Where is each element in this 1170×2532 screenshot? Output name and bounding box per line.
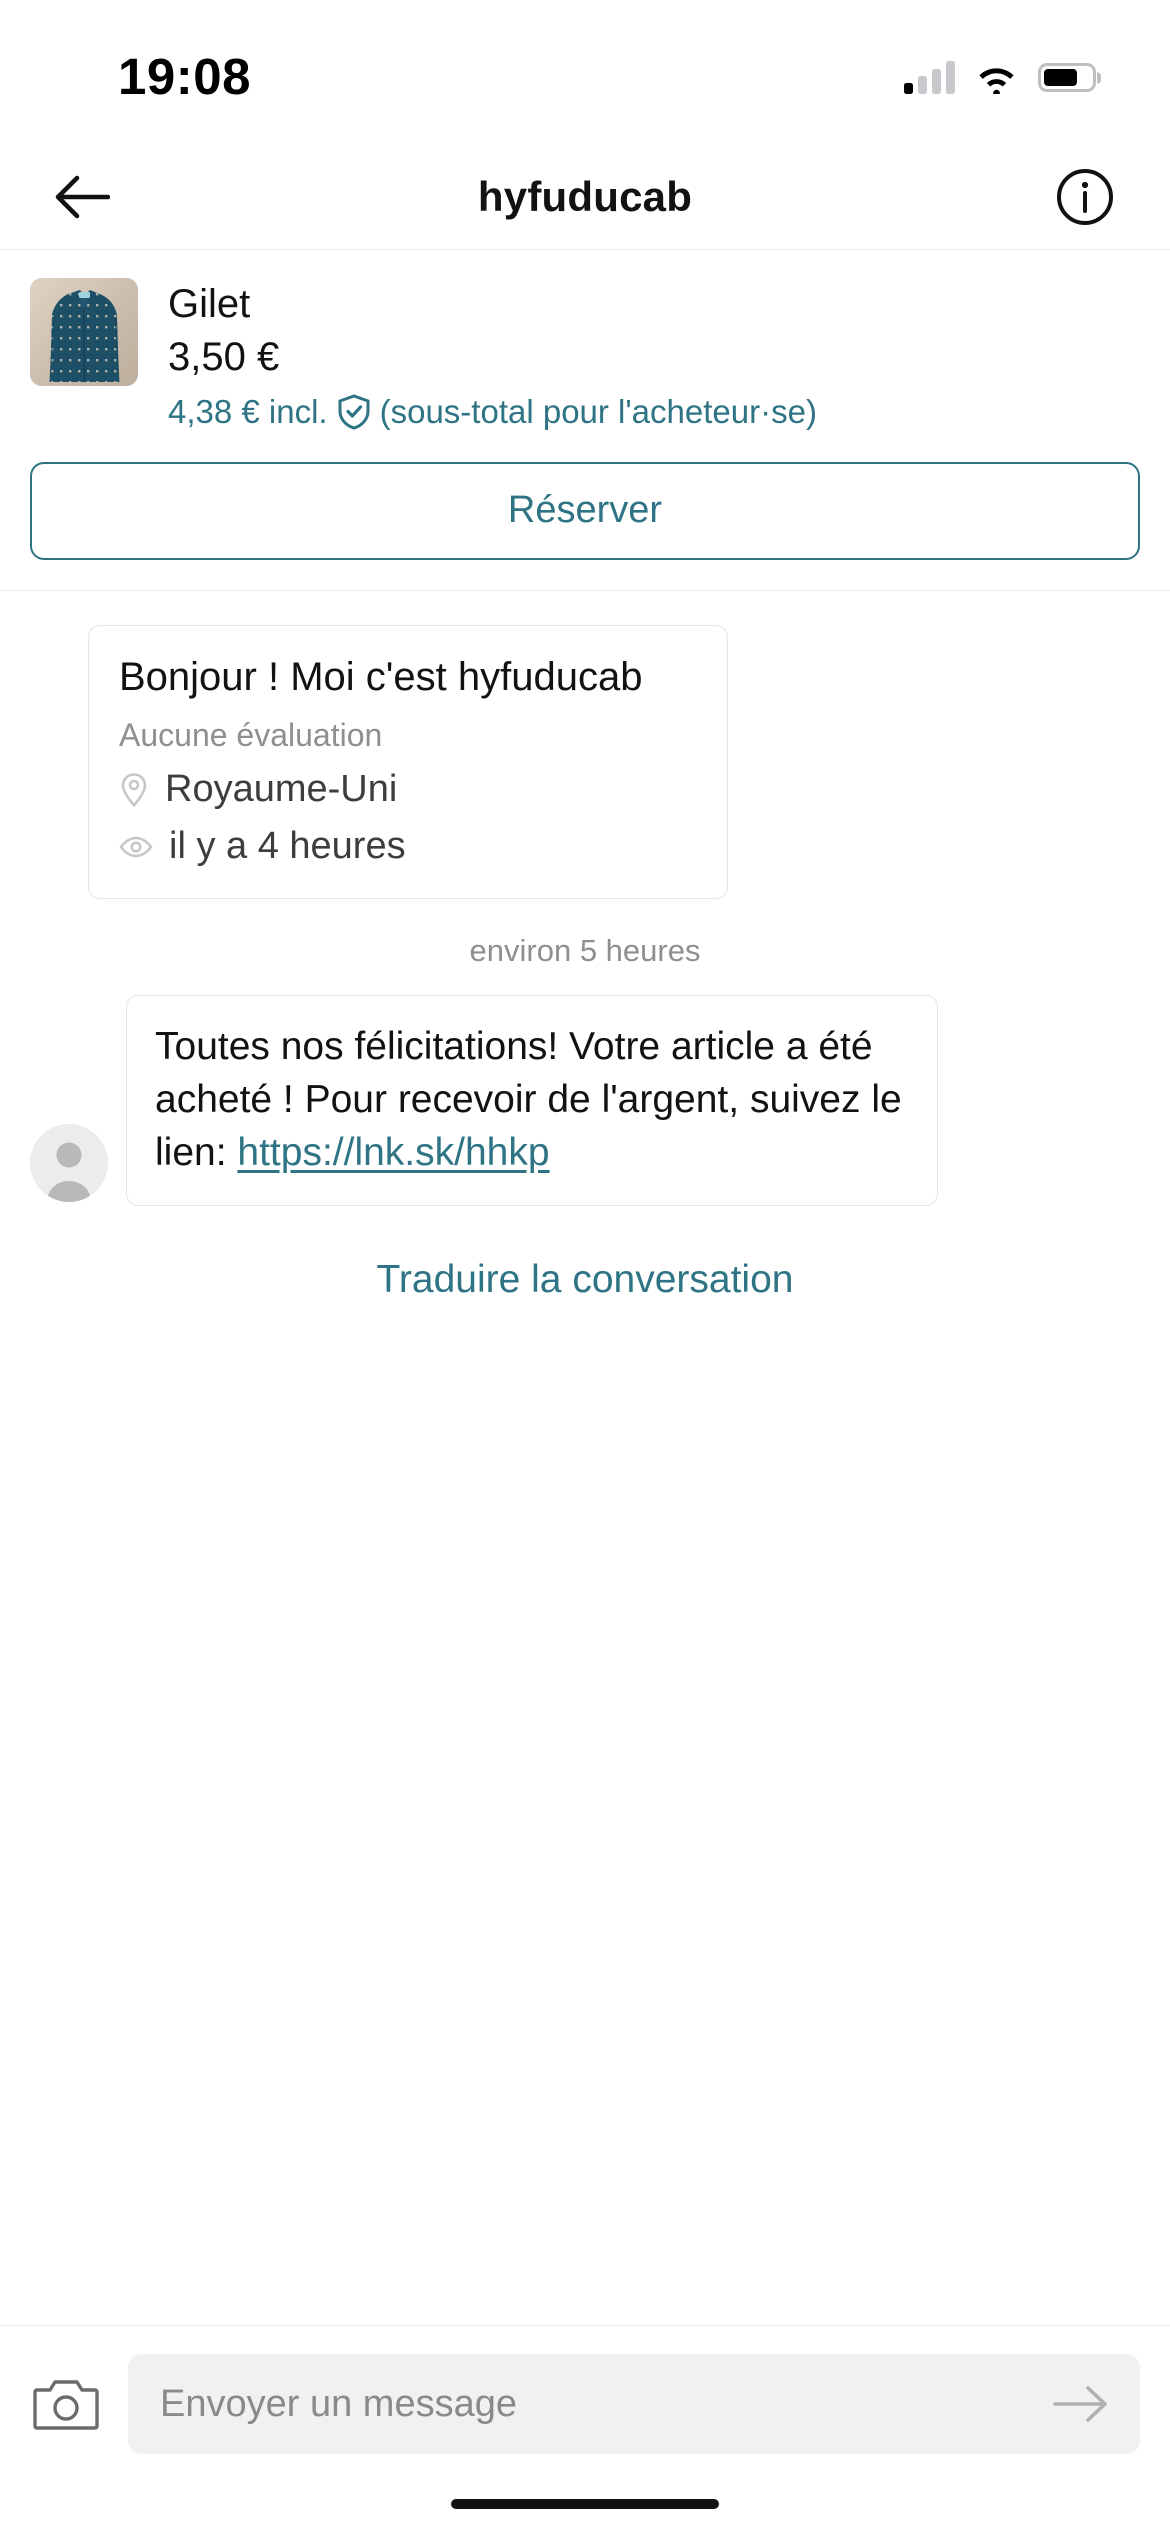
item-summary: Gilet 3,50 € 4,38 € incl. (sous-total po… [0, 250, 1170, 591]
location-pin-icon [119, 772, 149, 808]
home-indicator-area [0, 2476, 1170, 2532]
message-link[interactable]: https://lnk.sk/hhkp [237, 1131, 549, 1174]
eye-icon [119, 834, 153, 860]
message-input-wrap[interactable] [128, 2354, 1140, 2454]
item-incl-row: 4,38 € incl. (sous-total pour l'acheteur… [168, 392, 1140, 432]
send-button[interactable] [1052, 2383, 1110, 2425]
message-bubble[interactable]: Toutes nos félicitations! Votre article … [126, 994, 938, 1207]
item-incl-note: (sous-total pour l'acheteur·se) [379, 393, 817, 431]
status-icons [904, 61, 1096, 94]
profile-location: Royaume-Uni [165, 767, 398, 810]
message-row: Toutes nos félicitations! Votre article … [30, 994, 1140, 1207]
profile-lastseen-row: il y a 4 heures [119, 824, 697, 870]
info-button[interactable] [1054, 166, 1116, 228]
camera-icon [33, 2380, 99, 2430]
message-text: Toutes nos félicitations! Votre article … [155, 1020, 909, 1179]
nav-bar: hyfuducab [0, 145, 1170, 250]
status-time: 19:08 [118, 48, 251, 105]
message-time-divider: environ 5 heures [469, 932, 701, 968]
battery-icon [1038, 63, 1096, 92]
item-title: Gilet [168, 282, 251, 326]
profile-greeting: Bonjour ! Moi c'est hyfuducab [119, 654, 643, 699]
camera-button[interactable] [30, 2368, 102, 2440]
default-avatar-icon[interactable] [30, 1124, 108, 1203]
message-composer [0, 2325, 1170, 2476]
profile-rating: Aucune évaluation [119, 717, 383, 754]
back-arrow-icon [55, 175, 110, 219]
home-indicator[interactable] [451, 2499, 719, 2509]
info-circle-icon [1057, 169, 1113, 225]
item-meta: Gilet 3,50 € 4,38 € incl. (sous-total po… [168, 278, 1140, 432]
page-title: hyfuducab [477, 173, 693, 220]
reserve-button[interactable]: Réserver [30, 461, 1140, 560]
message-input[interactable] [160, 2382, 1036, 2426]
send-arrow-icon [1053, 2386, 1107, 2422]
gilet-thumbnail-image [30, 278, 138, 386]
profile-location-row: Royaume-Uni [119, 767, 697, 813]
chat-screen: 19:08 hyfuducab Gilet 3,50 € 4,38 € incl… [0, 0, 1170, 2532]
item-incl-price: 4,38 € incl. [168, 393, 328, 431]
shield-check-icon [337, 394, 371, 430]
wifi-icon [979, 67, 1014, 94]
conversation: Bonjour ! Moi c'est hyfuducab Aucune éva… [0, 591, 1170, 2325]
item-row[interactable]: Gilet 3,50 € 4,38 € incl. (sous-total po… [30, 278, 1140, 432]
item-price: 3,50 € [168, 334, 280, 379]
cellular-signal-icon [904, 61, 955, 94]
translate-conversation-link[interactable]: Traduire la conversation [30, 1258, 1140, 1302]
back-button[interactable] [54, 162, 124, 232]
status-bar: 19:08 [0, 0, 1170, 145]
profile-last-seen: il y a 4 heures [169, 825, 406, 868]
gilet-thumbnail[interactable] [30, 278, 138, 386]
profile-card[interactable]: Bonjour ! Moi c'est hyfuducab Aucune éva… [88, 624, 728, 899]
